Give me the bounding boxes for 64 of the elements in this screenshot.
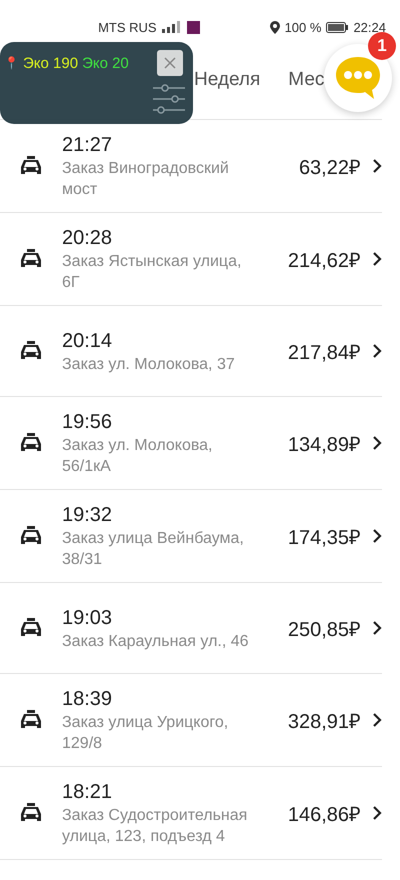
chat-bubble-icon: [334, 55, 382, 101]
clock: 22:24: [353, 20, 386, 34]
order-time: 19:03: [62, 606, 114, 630]
order-price: 146,86₽: [288, 802, 361, 826]
order-address: Заказ Караульная ул., 46: [62, 632, 250, 652]
taxi-icon: [20, 156, 42, 176]
order-address: Заказ Судостроительная улица, 123, подъезд 4: [62, 806, 248, 847]
order-time: 19:32: [62, 503, 114, 528]
taxi-icon: [20, 618, 42, 638]
chevron-icon: [373, 252, 382, 266]
order-price: 217,84₽: [288, 340, 361, 364]
order-time: 19:56: [62, 410, 114, 435]
order-row[interactable]: 19:03 Заказ Караульная ул., 46 250,85₽: [0, 583, 382, 674]
taxi-icon: [20, 526, 42, 546]
taxi-icon: [20, 433, 42, 453]
order-row[interactable]: 19:32 Заказ улица Вейнбаума, 38/31 174,35₽: [0, 490, 382, 583]
period-tab[interactable]: Мес: [278, 60, 324, 98]
order-row[interactable]: 21:27 Заказ Виноградовский мост 63,22₽: [0, 120, 382, 213]
taxi-icon: [20, 710, 42, 730]
carrier-label: MTS RUS: [98, 20, 157, 34]
order-address: Заказ Ястынская улица, 6Г: [62, 252, 242, 293]
chevron-icon: [373, 344, 382, 358]
order-time: 20:14: [62, 328, 114, 354]
order-row[interactable]: 18:39 Заказ улица Урицкого, 129/8 328,91₽: [0, 674, 382, 767]
app-icon: [186, 20, 200, 34]
chevron-icon: [373, 713, 382, 727]
taxi-icon: [20, 341, 42, 361]
order-time: 21:27: [62, 133, 114, 158]
order-price: 134,89₽: [288, 432, 361, 456]
chevron-icon: [373, 621, 382, 635]
location-icon: [270, 20, 280, 34]
chevron-icon: [373, 159, 382, 173]
taxi-icon: [20, 803, 42, 823]
sliders-icon[interactable]: [153, 84, 185, 114]
battery-icon: [326, 22, 348, 32]
order-address: Заказ ул. Молокова, 37: [62, 354, 236, 374]
order-time: 18:21: [62, 780, 114, 805]
order-price: 63,22₽: [298, 156, 361, 180]
order-address: Заказ улица Урицкого, 129/8: [62, 713, 230, 754]
notification-badge: 1: [368, 32, 396, 60]
close-icon: [164, 57, 176, 69]
order-address: Заказ Виноградовский мост: [62, 159, 230, 200]
eco-label: Эко 20: [82, 54, 129, 72]
order-price: 214,62₽: [288, 248, 361, 272]
order-price: 250,85₽: [288, 618, 361, 642]
taxi-icon: [20, 249, 42, 269]
order-row[interactable]: 20:14 Заказ ул. Молокова, 37 217,84₽: [0, 306, 382, 397]
signal-icon: [162, 21, 182, 33]
order-row[interactable]: 19:56 Заказ ул. Молокова, 56/1кА 134,89₽: [0, 397, 382, 490]
order-price: 174,35₽: [288, 526, 361, 550]
order-time: 20:28: [62, 226, 114, 251]
order-price: 328,91₽: [288, 710, 361, 734]
order-row[interactable]: 18:21 Заказ Судостроительная улица, 123, подъезд 4 146,86₽: [0, 767, 382, 860]
eco-label: Эко 190: [23, 54, 78, 72]
chevron-icon: [373, 436, 382, 450]
order-address: Заказ улица Вейнбаума, 38/31: [62, 529, 245, 570]
order-address: Заказ ул. Молокова, 56/1кА: [62, 436, 214, 477]
order-time: 18:39: [62, 687, 114, 712]
order-row[interactable]: 20:28 Заказ Ястынская улица, 6Г 214,62₽: [0, 213, 382, 306]
pin-icon: 📍: [4, 56, 19, 70]
close-button[interactable]: [157, 50, 183, 76]
battery-label: 100 %: [284, 20, 322, 34]
chevron-icon: [373, 806, 382, 820]
chevron-icon: [373, 529, 382, 543]
